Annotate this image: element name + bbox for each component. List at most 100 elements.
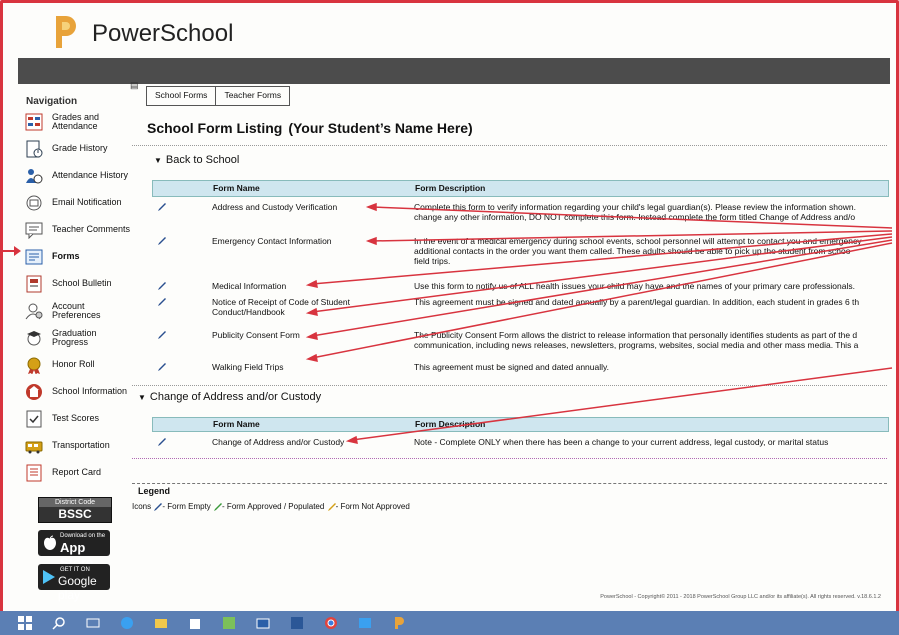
powerschool-logo-icon xyxy=(56,16,76,48)
header-bar xyxy=(18,58,890,84)
col-form-description: Form Description xyxy=(415,419,486,429)
divider xyxy=(132,385,887,386)
graduation-icon xyxy=(24,328,44,348)
form-empty-icon xyxy=(158,331,166,339)
email-icon xyxy=(24,193,44,213)
nav-label: School Bulletin xyxy=(52,278,112,288)
search-icon[interactable] xyxy=(50,615,68,631)
photos-icon[interactable] xyxy=(356,615,374,631)
account-icon xyxy=(24,301,44,321)
copyright-footer: PowerSchool - Copyright© 2011 - 2018 Pow… xyxy=(600,594,881,600)
red-border-frame xyxy=(0,0,899,635)
edge-browser-icon[interactable] xyxy=(118,615,136,631)
col-form-name: Form Name xyxy=(213,419,260,429)
form-empty-icon xyxy=(158,237,166,245)
nav-label: Email Notification xyxy=(52,197,122,207)
bulletin-icon xyxy=(24,274,44,294)
nav-item-teacher-comments[interactable]: Teacher Comments xyxy=(24,216,132,243)
tab-school-forms[interactable]: School Forms xyxy=(147,87,217,105)
form-link[interactable]: Change of Address and/or Custody xyxy=(212,437,412,447)
nav-item-report-card[interactable]: Report Card xyxy=(24,459,132,486)
task-view-icon[interactable] xyxy=(84,615,102,631)
nav-label: Attendance History xyxy=(52,170,129,180)
mail-icon[interactable] xyxy=(254,615,272,631)
form-empty-icon xyxy=(158,438,166,446)
nav-item-school-bulletin[interactable]: School Bulletin xyxy=(24,270,132,297)
collapse-nav-icon[interactable]: ▤ xyxy=(130,80,139,91)
form-description: The Publicity Consent Form allows the di… xyxy=(414,330,859,350)
forms-icon xyxy=(24,247,44,267)
nav-item-school-information[interactable]: School Information xyxy=(24,378,132,405)
form-link[interactable]: Walking Field Trips xyxy=(212,362,412,372)
annotation-arrows xyxy=(305,202,893,444)
app-store-small: Download on the xyxy=(60,533,106,539)
honor-roll-icon xyxy=(24,355,44,375)
section-title: Change of Address and/or Custody xyxy=(149,391,322,403)
table-header: Form Name Form Description xyxy=(152,417,889,432)
district-code-badge: District Code BSSC xyxy=(38,497,112,523)
nav-item-email-notification[interactable]: Email Notification xyxy=(24,189,132,216)
form-description: This agreement must be signed and dated … xyxy=(414,362,609,372)
form-link[interactable]: Emergency Contact Information xyxy=(212,236,412,246)
section-change-of-address[interactable]: ▼ Change of Address and/or Custody xyxy=(138,391,321,403)
chrome-icon[interactable] xyxy=(322,615,340,631)
form-empty-icon xyxy=(158,282,166,290)
sidebar-nav: Grades and Attendance Grade History Atte… xyxy=(24,108,132,486)
google-play-small: GET IT ON xyxy=(60,567,90,573)
collapse-triangle-icon: ▼ xyxy=(138,393,146,402)
nav-label: Graduation Progress xyxy=(52,327,97,347)
attendance-history-icon xyxy=(24,166,44,186)
play-icon xyxy=(43,570,55,584)
app-store-badge[interactable]: Download on the App Store xyxy=(38,530,110,570)
nav-item-honor-roll[interactable]: Honor Roll xyxy=(24,351,132,378)
nav-item-transportation[interactable]: Transportation xyxy=(24,432,132,459)
comments-icon xyxy=(24,220,44,240)
col-form-name: Form Name xyxy=(213,183,260,193)
nav-item-test-scores[interactable]: Test Scores xyxy=(24,405,132,432)
district-code-value: BSSC xyxy=(58,507,92,521)
form-description: Note - Complete ONLY when there has been… xyxy=(414,437,829,447)
nav-item-forms[interactable]: Forms xyxy=(24,243,132,270)
nav-item-account-preferences[interactable]: Account Preferences xyxy=(24,297,132,324)
grade-history-icon xyxy=(24,139,44,159)
word-icon[interactable] xyxy=(288,615,306,631)
grades-icon xyxy=(24,112,44,132)
district-code-label: District Code xyxy=(39,498,111,507)
file-explorer-icon[interactable] xyxy=(152,615,170,631)
store-icon[interactable] xyxy=(186,615,204,631)
report-card-icon xyxy=(24,463,44,483)
form-link[interactable]: Medical Information xyxy=(212,281,412,291)
nav-item-grades-attendance[interactable]: Grades and Attendance xyxy=(24,108,132,135)
form-link[interactable]: Address and Custody Verification xyxy=(212,202,412,212)
form-link[interactable]: Notice of Receipt of Code of Student Con… xyxy=(212,297,372,317)
form-approved-icon xyxy=(214,503,223,512)
nav-label: Report Card xyxy=(52,467,102,477)
nav-label: Honor Roll xyxy=(52,359,95,369)
page-title-text: School Form Listing xyxy=(147,120,283,136)
form-empty-icon xyxy=(154,503,163,512)
form-empty-icon xyxy=(158,363,166,371)
nav-title: Navigation xyxy=(26,96,78,107)
form-description: This agreement must be signed and dated … xyxy=(414,297,860,307)
divider xyxy=(132,458,887,459)
forms-pointer-arrow-icon xyxy=(0,246,21,256)
nav-item-grade-history[interactable]: Grade History xyxy=(24,135,132,162)
nav-label: Transportation xyxy=(52,440,110,450)
legend-title: Legend xyxy=(138,486,171,496)
tab-teacher-forms[interactable]: Teacher Forms xyxy=(216,87,289,105)
brand-name[interactable]: PowerSchool xyxy=(92,20,233,48)
nav-item-attendance-history[interactable]: Attendance History xyxy=(24,162,132,189)
app-icon[interactable] xyxy=(220,615,238,631)
bus-icon xyxy=(24,436,44,456)
form-link[interactable]: Publicity Consent Form xyxy=(212,330,412,340)
collapse-triangle-icon: ▼ xyxy=(154,156,162,165)
nav-label: Grades and Attendance xyxy=(52,111,100,131)
section-back-to-school[interactable]: ▼ Back to School xyxy=(154,154,239,166)
form-empty-icon xyxy=(158,298,166,306)
powerschool-taskbar-icon[interactable] xyxy=(390,615,408,631)
nav-label: Grade History xyxy=(52,143,108,153)
windows-start-icon[interactable] xyxy=(16,615,34,631)
nav-item-graduation-progress[interactable]: Graduation Progress xyxy=(24,324,132,351)
section-title: Back to School xyxy=(165,154,240,166)
google-play-badge[interactable]: GET IT ON Google play xyxy=(38,564,110,602)
